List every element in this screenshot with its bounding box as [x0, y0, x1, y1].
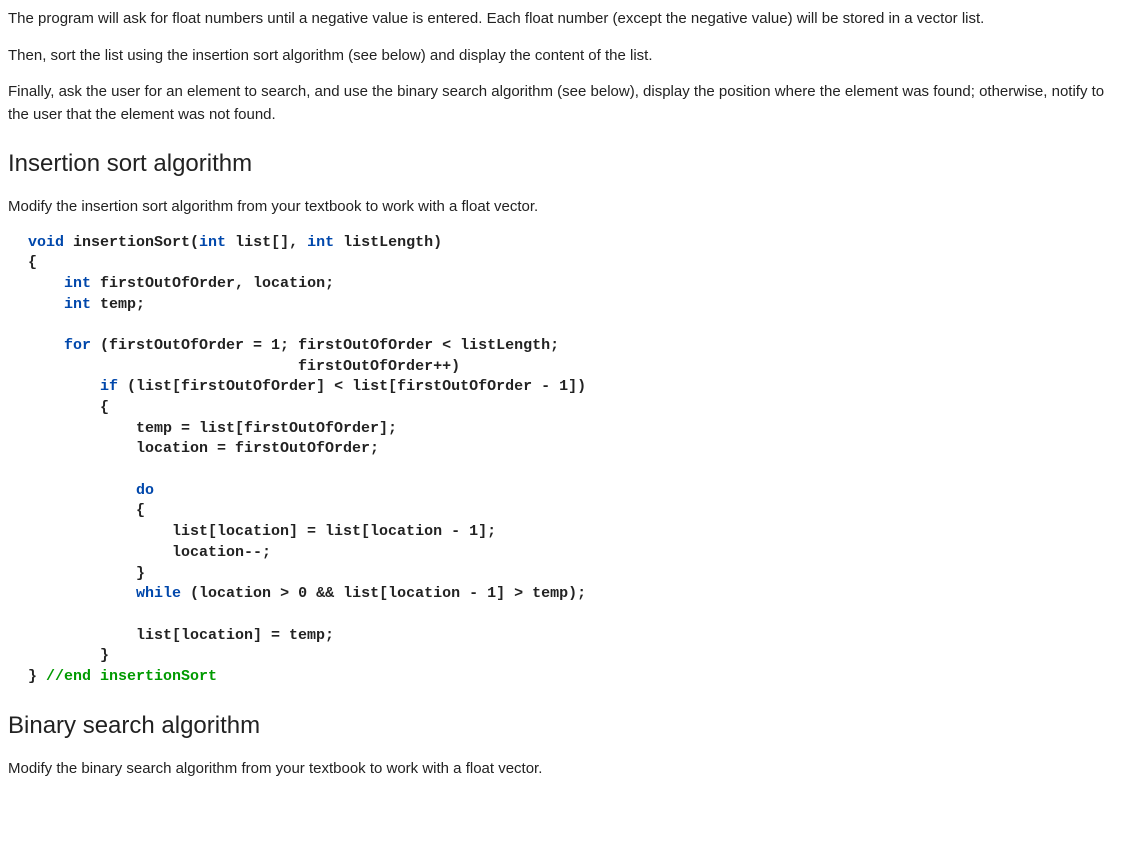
code-keyword: while: [136, 585, 181, 602]
code-text: list[],: [226, 234, 307, 251]
intro-paragraph-3: Finally, ask the user for an element to …: [8, 81, 1120, 126]
code-text: temp = list[firstOutOfOrder];: [28, 420, 397, 437]
code-text: [28, 378, 100, 395]
code-text: insertionSort(: [64, 234, 199, 251]
code-text: [28, 337, 64, 354]
binary-search-instruction: Modify the binary search algorithm from …: [8, 758, 1120, 781]
code-keyword: int: [307, 234, 334, 251]
code-text: [28, 275, 64, 292]
insertion-sort-code: void insertionSort(int list[], int listL…: [28, 233, 1120, 688]
code-text: firstOutOfOrder++): [28, 358, 460, 375]
heading-binary-search: Binary search algorithm: [8, 708, 1120, 744]
code-keyword: void: [28, 234, 64, 251]
code-text: firstOutOfOrder, location;: [91, 275, 334, 292]
code-keyword: for: [64, 337, 91, 354]
heading-insertion-sort: Insertion sort algorithm: [8, 146, 1120, 182]
code-text: [28, 585, 136, 602]
code-comment: //: [46, 668, 64, 685]
code-text: (firstOutOfOrder = 1; firstOutOfOrder < …: [91, 337, 559, 354]
code-text: (location > 0 && list[location - 1] > te…: [181, 585, 586, 602]
code-text: temp;: [91, 296, 145, 313]
code-text: {: [28, 254, 37, 271]
code-text: [28, 296, 64, 313]
insertion-sort-instruction: Modify the insertion sort algorithm from…: [8, 196, 1120, 219]
code-text: }: [28, 647, 109, 664]
code-text: {: [28, 399, 109, 416]
code-text: location--;: [28, 544, 271, 561]
code-text: {: [28, 502, 145, 519]
code-comment: end insertionSort: [64, 668, 217, 685]
code-text: }: [28, 668, 46, 685]
code-keyword: int: [64, 296, 91, 313]
code-keyword: if: [100, 378, 118, 395]
code-keyword: do: [136, 482, 154, 499]
code-text: location = firstOutOfOrder;: [28, 440, 379, 457]
code-text: listLength): [334, 234, 442, 251]
code-text: list[location] = temp;: [28, 627, 334, 644]
intro-paragraph-1: The program will ask for float numbers u…: [8, 8, 1120, 31]
code-keyword: int: [199, 234, 226, 251]
code-text: list[location] = list[location - 1];: [28, 523, 496, 540]
code-text: }: [28, 565, 145, 582]
code-keyword: int: [64, 275, 91, 292]
code-text: [28, 482, 136, 499]
code-text: (list[firstOutOfOrder] < list[firstOutOf…: [118, 378, 586, 395]
intro-paragraph-2: Then, sort the list using the insertion …: [8, 45, 1120, 68]
